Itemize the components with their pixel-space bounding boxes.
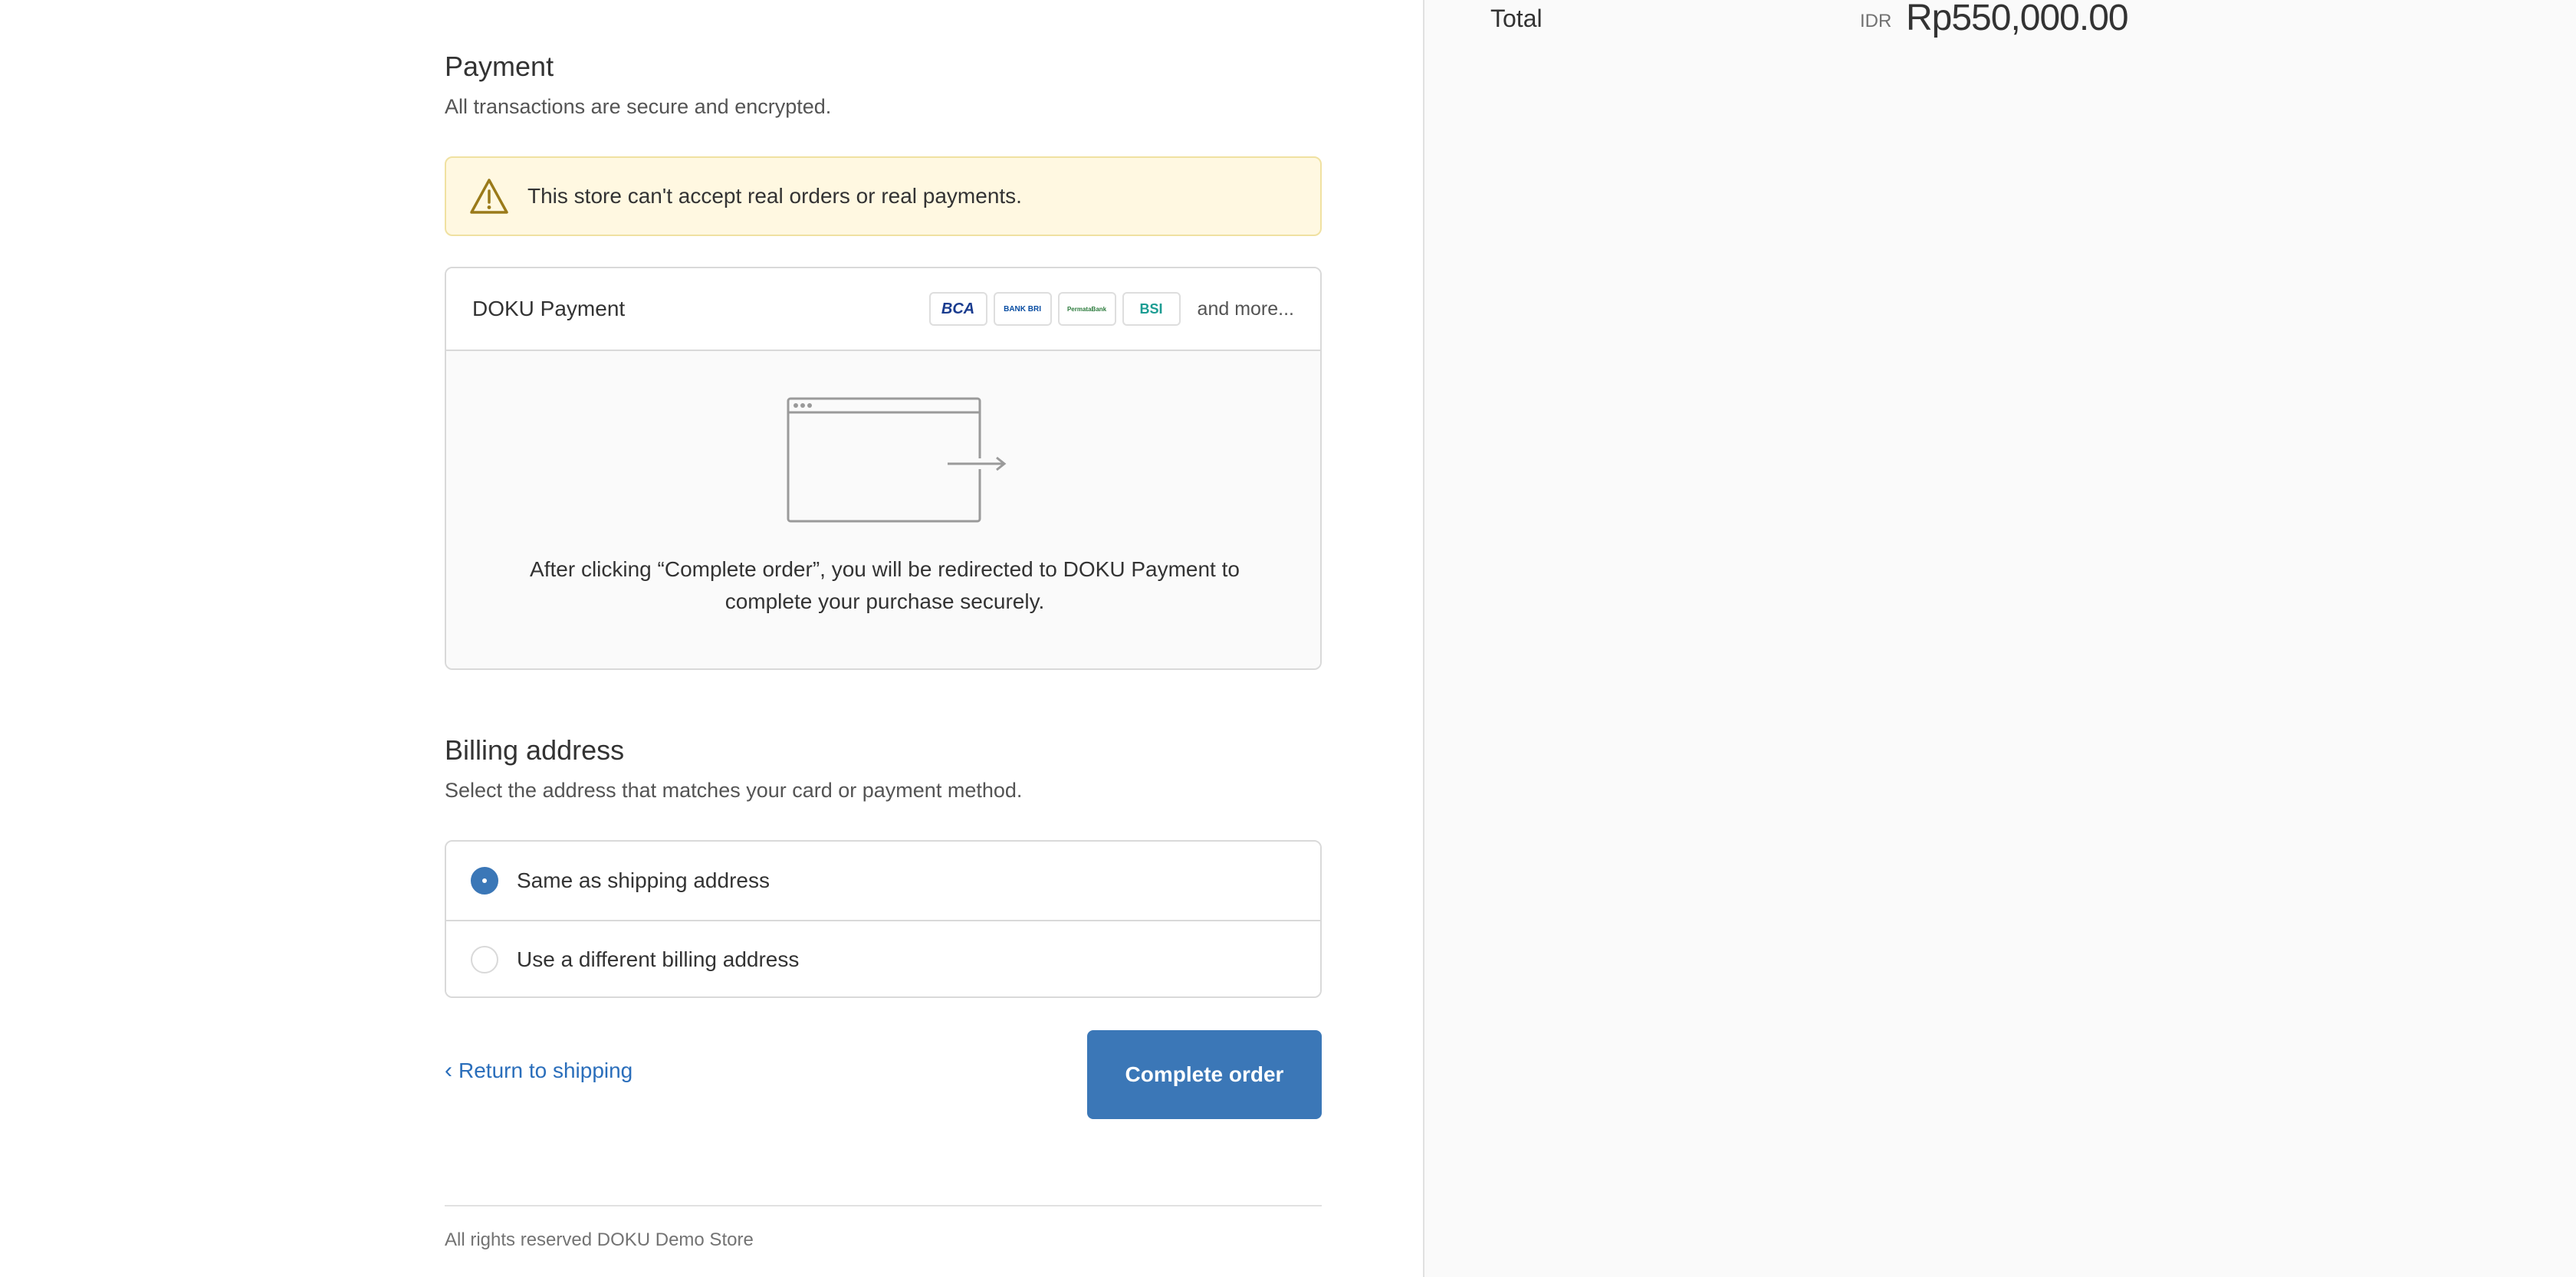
order-summary: Total IDR Rp550,000.00: [1423, 0, 2576, 1277]
billing-options: Same as shipping address Use a different…: [445, 840, 1322, 998]
browser-redirect-icon: [787, 397, 1007, 523]
billing-option-label: Same as shipping address: [517, 868, 770, 892]
payment-method-box: DOKU Payment BCA BANK BRI PermataBank BS…: [445, 267, 1322, 670]
payment-title: Payment: [445, 51, 554, 82]
bank-logos: BCA BANK BRI PermataBank BSI and more...: [928, 292, 1294, 326]
return-label: Return to shipping: [458, 1059, 633, 1082]
bca-logo-icon: BCA: [928, 292, 987, 326]
billing-option-same[interactable]: Same as shipping address: [446, 842, 1320, 920]
radio-same-shipping[interactable]: [471, 867, 498, 895]
bri-logo-icon: BANK BRI: [993, 292, 1052, 326]
billing-subtitle: Select the address that matches your car…: [445, 779, 1023, 802]
footer-text: All rights reserved DOKU Demo Store: [445, 1229, 754, 1250]
more-methods-label: and more...: [1197, 297, 1294, 320]
redirect-info: After clicking “Complete order”, you wil…: [446, 351, 1320, 668]
redirect-text: After clicking “Complete order”, you wil…: [530, 557, 1240, 613]
billing-option-different[interactable]: Use a different billing address: [446, 920, 1320, 996]
payment-subtitle: All transactions are secure and encrypte…: [445, 95, 832, 118]
complete-order-button[interactable]: Complete order: [1087, 1030, 1322, 1119]
bsi-logo-icon: BSI: [1122, 292, 1181, 326]
chevron-left-icon: ‹: [445, 1058, 452, 1083]
footer-divider: [445, 1205, 1322, 1206]
test-mode-warning: This store can't accept real orders or r…: [445, 156, 1322, 236]
billing-title: Billing address: [445, 734, 625, 766]
permata-logo-icon: PermataBank: [1057, 292, 1116, 326]
payment-method-name: DOKU Payment: [472, 297, 626, 320]
total-label: Total: [1490, 5, 1543, 32]
warning-icon: [470, 179, 508, 214]
billing-option-label: Use a different billing address: [517, 947, 800, 971]
radio-different-billing[interactable]: [471, 946, 498, 973]
checkout-main: Payment All transactions are secure and …: [0, 0, 1423, 1277]
payment-method-header[interactable]: DOKU Payment BCA BANK BRI PermataBank BS…: [446, 268, 1320, 351]
currency-code: IDR: [1860, 11, 1892, 31]
warning-text: This store can't accept real orders or r…: [527, 184, 1022, 208]
return-to-shipping-link[interactable]: ‹ Return to shipping: [445, 1058, 632, 1084]
total-value: Rp550,000.00: [1906, 0, 2129, 38]
